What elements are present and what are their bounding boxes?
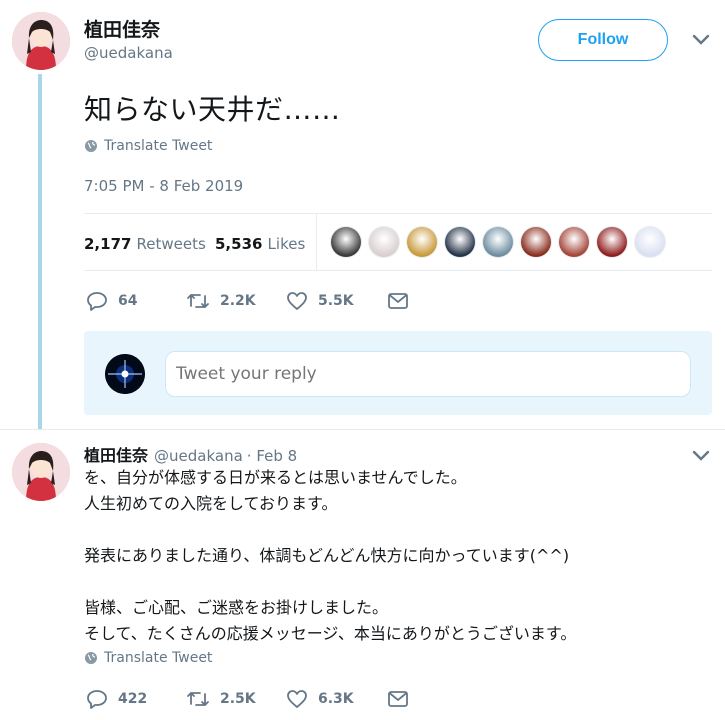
reply-action[interactable]: 64: [86, 290, 137, 312]
liker-avatar[interactable]: [331, 227, 361, 257]
divider: [84, 213, 712, 214]
translate-label: Translate Tweet: [104, 138, 213, 154]
likes-count: 5,536: [215, 235, 263, 253]
author-name[interactable]: 植田佳奈: [84, 15, 160, 42]
reply-text-line: [84, 569, 704, 595]
heart-icon: [286, 688, 308, 710]
likers-avatars: [331, 227, 665, 257]
divider: [0, 429, 725, 430]
liker-avatar[interactable]: [521, 227, 551, 257]
author-handle[interactable]: @uedakana: [84, 44, 173, 62]
reply-tweet-text: を、自分が体感する日が来るとは思いませんでした。 人生初めての入院をしております。…: [84, 465, 704, 647]
reply-icon: [86, 688, 108, 710]
globe-icon: [84, 139, 98, 153]
translate-label: Translate Tweet: [104, 650, 213, 666]
liker-avatar[interactable]: [369, 227, 399, 257]
envelope-icon: [387, 690, 409, 708]
liker-avatar[interactable]: [635, 227, 665, 257]
reply-icon: [86, 290, 108, 312]
likes-label: Likes: [267, 235, 306, 253]
like-action[interactable]: 6.3K: [286, 688, 354, 710]
retweet-icon: [186, 688, 210, 710]
likes-stat[interactable]: 5,536 Likes: [215, 234, 305, 253]
envelope-icon: [387, 292, 409, 310]
thread-line: [38, 74, 42, 430]
liker-avatar[interactable]: [483, 227, 513, 257]
reply-text-line: を、自分が体感する日が来るとは思いませんでした。: [84, 468, 467, 487]
author-avatar[interactable]: [12, 12, 70, 70]
translate-tweet-link[interactable]: Translate Tweet: [84, 650, 212, 666]
reply-text-line: 人生初めての入院をしております。: [84, 494, 338, 513]
stats-divider: [316, 214, 317, 270]
tweet-text: 知らない天井だ……: [84, 93, 341, 126]
liker-avatar[interactable]: [559, 227, 589, 257]
reply-text-line: そして、たくさんの応援メッセージ、本当にありがとうございます。: [84, 624, 577, 643]
like-count: 6.3K: [318, 691, 354, 707]
liker-avatar[interactable]: [407, 227, 437, 257]
globe-icon: [84, 651, 98, 665]
retweet-count: 2.2K: [220, 293, 256, 309]
retweet-action[interactable]: 2.2K: [186, 290, 256, 312]
reply-author-name[interactable]: 植田佳奈: [84, 442, 148, 466]
reply-text-line: 発表にありました通り、体調もどんどん快方に向かっています(^^): [84, 546, 570, 565]
translate-tweet-link[interactable]: Translate Tweet: [84, 138, 212, 154]
direct-message-action[interactable]: [387, 690, 409, 708]
reply-count: 422: [118, 691, 148, 707]
reply-header: 植田佳奈 @uedakana · Feb 8: [84, 442, 297, 466]
reply-author-handle[interactable]: @uedakana: [154, 447, 243, 465]
liker-avatar[interactable]: [445, 227, 475, 257]
retweet-count: 2.5K: [220, 691, 256, 707]
retweet-action[interactable]: 2.5K: [186, 688, 256, 710]
liker-avatar[interactable]: [597, 227, 627, 257]
tweet-timestamp[interactable]: 7:05 PM - 8 Feb 2019: [84, 177, 243, 195]
chevron-down-icon[interactable]: [692, 450, 710, 462]
reply-action[interactable]: 422: [86, 688, 147, 710]
direct-message-action[interactable]: [387, 292, 409, 310]
reply-count: 64: [118, 293, 138, 309]
reply-date[interactable]: · Feb 8: [247, 447, 297, 465]
reply-text-line: 皆様、ご心配、ご迷惑をお掛けしました。: [84, 598, 389, 617]
follow-button[interactable]: Follow: [538, 19, 668, 61]
tweet-reply-input[interactable]: [165, 351, 691, 397]
heart-icon: [286, 290, 308, 312]
current-user-avatar[interactable]: [105, 354, 145, 394]
retweets-label: Retweets: [136, 235, 206, 253]
retweets-stat[interactable]: 2,177 Retweets: [84, 234, 206, 253]
reply-author-avatar[interactable]: [12, 443, 70, 501]
like-count: 5.5K: [318, 293, 354, 309]
chevron-down-icon[interactable]: [692, 34, 710, 46]
retweets-count: 2,177: [84, 235, 132, 253]
like-action[interactable]: 5.5K: [286, 290, 354, 312]
retweet-icon: [186, 290, 210, 312]
divider: [84, 270, 712, 271]
reply-text-line: [84, 517, 704, 543]
